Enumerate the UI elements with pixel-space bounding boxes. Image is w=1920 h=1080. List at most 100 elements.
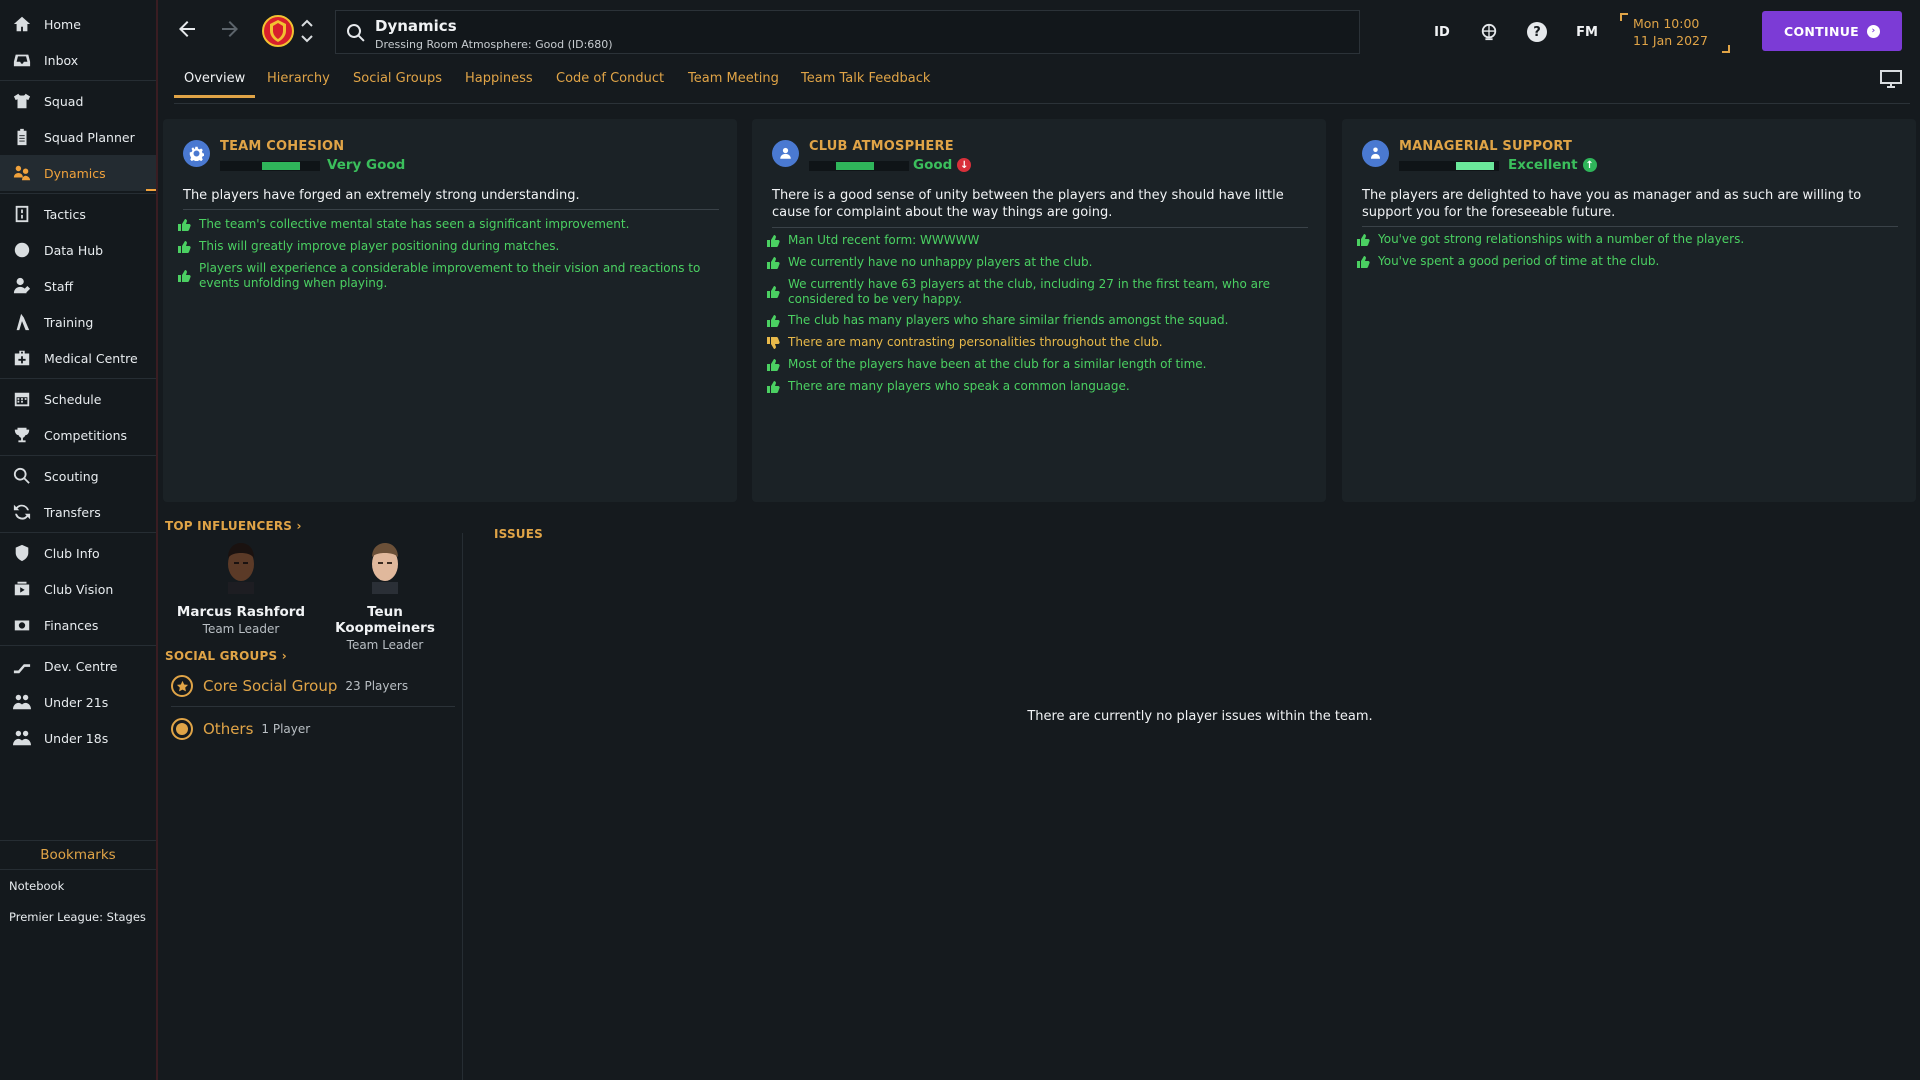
thumbs-up-icon (178, 270, 191, 282)
reason-item: The team's collective mental state has s… (177, 217, 717, 232)
atmosphere-rating-bar (809, 161, 909, 171)
tab-code-of-conduct[interactable]: Code of Conduct (556, 71, 664, 95)
group-count: 1 Player (261, 722, 311, 736)
team-cohesion-card: TEAM COHESION Very Good The players have… (163, 119, 737, 502)
card-title: CLUB ATMOSPHERE (809, 139, 954, 154)
reason-text: There are many players who speak a commo… (788, 379, 1130, 393)
group-count: 23 Players (345, 679, 409, 693)
thumbs-up-icon (767, 235, 780, 247)
reason-text: We currently have 63 players at the club… (788, 277, 1271, 306)
sidebar-item-dynamics[interactable]: Dynamics (0, 155, 156, 191)
help-button[interactable]: ? (1525, 20, 1549, 44)
sidebar-item-label: Inbox (44, 52, 79, 68)
data-hub-icon (12, 240, 32, 260)
section-title-text: TOP INFLUENCERS (165, 519, 293, 533)
sidebar-item-transfers[interactable]: Transfers (0, 494, 156, 530)
sidebar-item-under-21s[interactable]: Under 21s (0, 684, 156, 720)
tab-hierarchy[interactable]: Hierarchy (267, 71, 330, 95)
reason-item: This will greatly improve player positio… (177, 239, 717, 254)
arrow-right-icon (222, 21, 238, 37)
sidebar-item-training[interactable]: Training (0, 304, 156, 340)
sidebar-item-squad[interactable]: Squad (0, 83, 156, 119)
sidebar-item-scouting[interactable]: Scouting (0, 458, 156, 494)
rating-label: Excellent (1508, 157, 1578, 173)
sidebar-item-under-18s[interactable]: Under 18s (0, 720, 156, 756)
sidebar-item-staff[interactable]: Staff (0, 268, 156, 304)
screen-view-button[interactable] (1880, 70, 1902, 88)
sidebar-item-schedule[interactable]: Schedule (0, 381, 156, 417)
under21-icon (12, 692, 32, 712)
bookmark-premier-league-stages[interactable]: Premier League: Stages (9, 910, 146, 924)
under18-icon (12, 728, 32, 748)
cohesion-rating: Very Good (327, 157, 405, 173)
top-influencers-link[interactable]: TOP INFLUENCERS › (165, 519, 302, 533)
fm-menu-button[interactable]: FM (1573, 20, 1601, 44)
sidebar-item-label: Under 21s (44, 694, 109, 710)
cohesion-rating-bar (220, 161, 320, 171)
search-box[interactable]: Dynamics Dressing Room Atmosphere: Good … (335, 10, 1360, 54)
tactics-icon (12, 204, 32, 224)
tab-overview[interactable]: Overview (174, 71, 256, 98)
card-title: MANAGERIAL SUPPORT (1399, 139, 1573, 154)
id-button[interactable]: ID (1430, 20, 1454, 44)
tab-team-talk-feedback[interactable]: Team Talk Feedback (801, 71, 930, 95)
social-group-row[interactable]: Core Social Group 23 Players (171, 666, 455, 706)
trend-down-icon: ↓ (957, 158, 972, 172)
influencer-card[interactable]: Marcus Rashford Team Leader (171, 538, 311, 636)
reason-text: Most of the players have been at the clu… (788, 357, 1207, 371)
club-switch-toggle[interactable] (300, 16, 314, 46)
vision-icon (12, 579, 32, 599)
tab-social-groups[interactable]: Social Groups (353, 71, 442, 95)
reason-item: We currently have no unhappy players at … (766, 255, 1311, 270)
influencer-card[interactable]: Teun Koopmeiners Team Leader (315, 538, 455, 652)
reason-item: Players will experience a considerable i… (177, 261, 717, 291)
sidebar-item-inbox[interactable]: Inbox (0, 42, 156, 78)
arrow-left-icon (179, 21, 195, 37)
sidebar-item-club-vision[interactable]: Club Vision (0, 571, 156, 607)
tab-happiness[interactable]: Happiness (465, 71, 533, 95)
chevron-right-icon: › (292, 519, 302, 533)
social-groups-link[interactable]: SOCIAL GROUPS › (165, 649, 287, 663)
club-atmosphere-card: CLUB ATMOSPHERE Good ↓ There is a good s… (752, 119, 1326, 502)
sidebar-item-squad-planner[interactable]: Squad Planner (0, 119, 156, 155)
sidebar-item-finances[interactable]: Finances (0, 607, 156, 643)
atmosphere-people-icon (772, 140, 799, 167)
sidebar-item-home[interactable]: Home (0, 6, 156, 42)
sidebar-item-label: Squad (44, 93, 84, 109)
thumbs-down-icon (767, 337, 780, 349)
sidebar-item-data-hub[interactable]: Data Hub (0, 232, 156, 268)
forward-button[interactable] (218, 17, 242, 41)
group-name: Others (203, 720, 254, 738)
reason-item: You've got strong relationships with a n… (1356, 232, 1901, 247)
world-button[interactable] (1477, 20, 1501, 44)
sidebar-item-label: Club Vision (44, 581, 114, 597)
sidebar-item-label: Competitions (44, 427, 128, 443)
reason-item: Most of the players have been at the clu… (766, 357, 1311, 372)
cohesion-summary: The players have forged an extremely str… (183, 188, 580, 203)
social-group-row[interactable]: Others 1 Player (171, 709, 455, 749)
calendar-icon (12, 389, 32, 409)
sidebar-item-dev-centre[interactable]: Dev. Centre (0, 648, 156, 684)
sidebar-item-label: Club Info (44, 545, 100, 561)
divider (772, 227, 1308, 228)
reason-item: The club has many players who share simi… (766, 313, 1311, 328)
player-face-koopmeiners (372, 543, 398, 594)
sidebar-item-club-info[interactable]: Club Info (0, 535, 156, 571)
sidebar-item-label: Finances (44, 617, 99, 633)
bookmark-notebook[interactable]: Notebook (9, 879, 64, 893)
inbox-icon (12, 50, 32, 70)
divider (183, 209, 719, 210)
atmosphere-summary: There is a good sense of unity between t… (772, 188, 1284, 220)
sidebar-item-medical-centre[interactable]: Medical Centre (0, 340, 156, 376)
sidebar-item-competitions[interactable]: Competitions (0, 417, 156, 453)
page-title: Dynamics (375, 17, 457, 35)
continue-button[interactable]: CONTINUE › (1762, 11, 1902, 51)
tab-team-meeting[interactable]: Team Meeting (688, 71, 779, 95)
reason-text: The club has many players who share simi… (788, 313, 1229, 327)
back-button[interactable] (175, 17, 199, 41)
sidebar-item-tactics[interactable]: Tactics (0, 196, 156, 232)
group-name: Core Social Group (203, 677, 338, 695)
club-crest[interactable] (262, 14, 294, 48)
page-subtitle: Dressing Room Atmosphere: Good (ID:680) (375, 38, 613, 51)
game-date[interactable]: Mon 10:00 11 Jan 2027 (1620, 13, 1730, 53)
